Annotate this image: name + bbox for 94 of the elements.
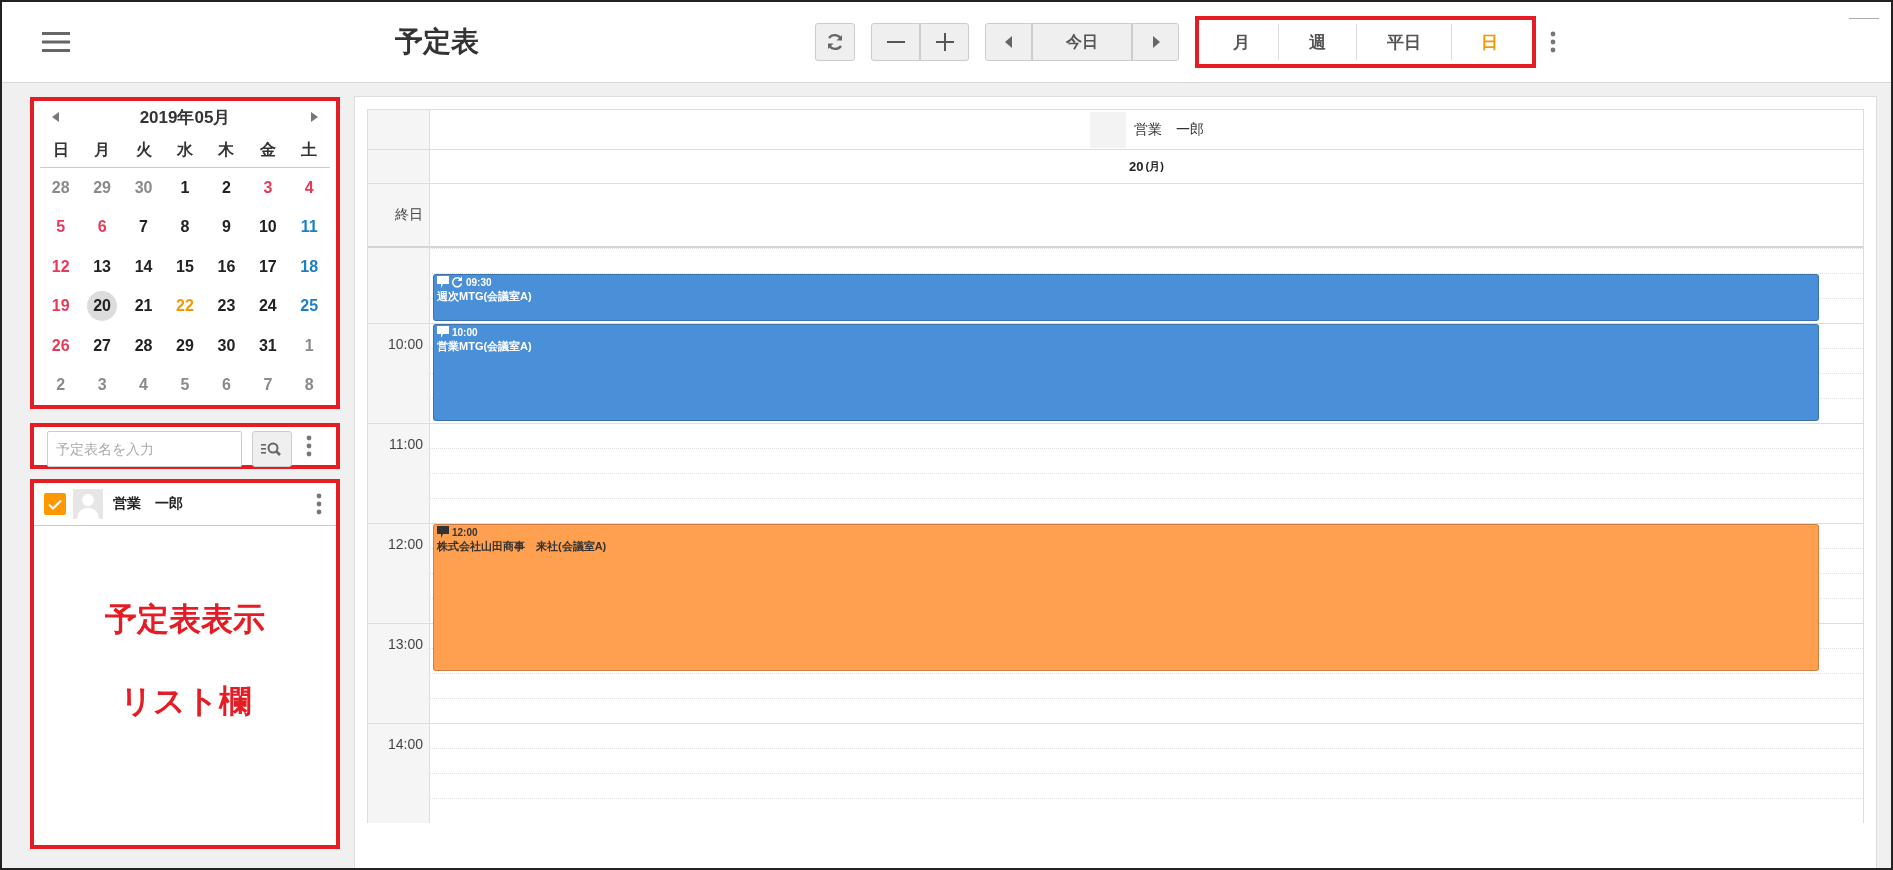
event-block[interactable]: 10:00 営業MTG(会議室A) [433,324,1819,421]
calendar-day[interactable]: 10 [252,212,283,243]
more-icon[interactable] [316,493,322,515]
calendar-day[interactable]: 1 [294,330,325,361]
left-triangle-icon [1004,36,1013,48]
right-triangle-icon [1151,36,1160,48]
calendar-day[interactable]: 7 [252,370,283,401]
calendar-day[interactable]: 30 [211,330,242,361]
event-title: 株式会社山田商事 来社(会議室A) [437,539,608,554]
calendar-day[interactable]: 8 [294,370,325,401]
calendar-day[interactable]: 8 [170,212,200,243]
more-icon[interactable] [306,435,312,457]
menu-icon[interactable] [42,31,70,53]
annotation-text: リスト欄 [119,681,251,721]
calendar-day[interactable]: 3 [252,172,283,203]
hour-label: 14:00 [387,736,423,752]
hour-label: 11:00 [389,436,423,452]
weekday-label: 火 [134,139,153,160]
previous-month-icon[interactable] [52,112,59,122]
calendar-day[interactable]: 29 [87,172,118,203]
calendar-day[interactable]: 25 [294,291,325,322]
calendar-day[interactable]: 11 [294,212,325,243]
weekday-label: 月 [93,139,112,160]
checkbox[interactable] [44,493,66,515]
calendar-day[interactable]: 28 [128,330,159,361]
calendar-day[interactable]: 20 [87,291,118,322]
hour-label: 13:00 [387,636,423,652]
today-button[interactable]: 今日 [1032,23,1132,61]
event-block[interactable]: 12:00 株式会社山田商事 来社(会議室A) [433,524,1819,671]
hour-label: 10:00 [387,336,423,352]
minus-icon [886,41,905,43]
calendar-day[interactable]: 5 [170,370,200,401]
user-name: 営業 一郎 [1133,120,1204,139]
event-title: 週次MTG(会議室A) [437,289,533,304]
calendar-day[interactable]: 14 [128,251,159,282]
hour-label: 12:00 [387,536,423,552]
calendar-day[interactable]: 31 [252,330,283,361]
user-avatar [1089,111,1126,148]
calendar-day[interactable]: 30 [128,172,159,203]
calendar-day[interactable]: 5 [45,212,76,243]
calendar-day[interactable]: 4 [294,172,325,203]
event-block[interactable]: 09:30 週次MTG(会議室A) [433,274,1819,321]
calendar-day[interactable]: 24 [252,291,283,322]
search-field[interactable]: 予定表名を入力 [47,431,242,467]
annotation-text: 予定表表示 [105,599,265,639]
event-time: 10:00 [452,326,478,338]
search-button[interactable] [252,431,292,467]
weekday-label: 土 [300,139,319,160]
next-month-icon[interactable] [311,112,318,122]
event-title: 営業MTG(会議室A) [437,339,533,354]
calendar-day[interactable]: 6 [211,370,242,401]
calendar-day[interactable]: 28 [45,172,76,203]
event-time: 12:00 [452,526,478,538]
calendar-day[interactable]: 23 [211,291,242,322]
calendar-day[interactable]: 21 [128,291,159,322]
zoom-in-button[interactable] [920,23,969,61]
refresh-icon [825,32,845,52]
schedule-name[interactable]: 営業 一郎 [113,495,316,513]
calendar-day[interactable]: 4 [128,370,159,401]
next-button[interactable] [1132,23,1179,61]
avatar-icon [73,489,103,519]
calendar-day[interactable]: 1 [170,172,200,203]
calendar-day[interactable]: 17 [252,251,283,282]
calendar-day[interactable]: 18 [294,251,325,282]
calendar-day[interactable]: 29 [170,330,200,361]
weekday-label: (月) [1145,159,1164,174]
weekday-label: 金 [258,139,277,160]
calendar-day[interactable]: 16 [211,251,242,282]
all-day-label: 終日 [395,206,423,224]
calendar-day[interactable]: 26 [45,330,76,361]
calendar-day[interactable]: 3 [87,370,118,401]
calendar-day[interactable]: 2 [211,172,242,203]
calendar-day[interactable]: 13 [87,251,118,282]
calendar-day[interactable]: 27 [87,330,118,361]
event-time: 09:30 [466,276,492,288]
search-icon [261,441,283,457]
calendar-day[interactable]: 12 [45,251,76,282]
date-label: 20 [1129,159,1144,174]
checkmark-icon [48,498,62,510]
month-title: 2019年05月 [139,106,231,129]
weekday-label: 日 [51,139,70,160]
calendar-day[interactable]: 7 [128,212,159,243]
refresh-button[interactable] [815,23,855,61]
calendar-day[interactable]: 19 [45,291,76,322]
calendar-day[interactable]: 2 [45,370,76,401]
calendar-day[interactable]: 6 [87,212,118,243]
weekday-label: 水 [176,139,194,160]
previous-button[interactable] [985,23,1032,61]
more-icon[interactable] [1550,31,1556,53]
page-title: 予定表 [395,25,480,59]
weekday-label: 木 [217,139,236,160]
calendar-day[interactable]: 15 [170,251,200,282]
calendar-day[interactable]: 9 [211,212,242,243]
plus-icon [935,33,954,51]
